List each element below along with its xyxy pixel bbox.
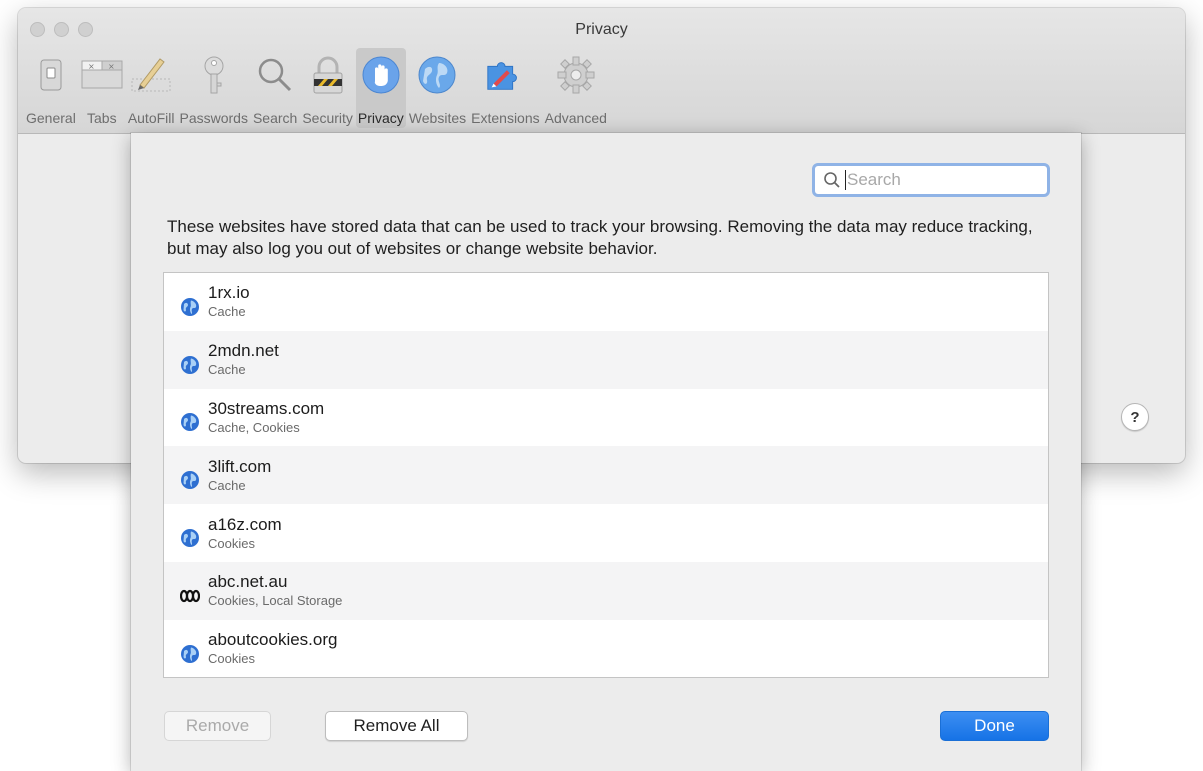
site-info: a16z.com Cookies <box>208 515 282 552</box>
tab-autofill[interactable]: AutoFill <box>126 48 177 128</box>
tab-security-label: Security <box>302 110 353 126</box>
help-button[interactable]: ? <box>1121 403 1149 431</box>
site-domain: 1rx.io <box>208 283 250 303</box>
list-item[interactable]: aboutcookies.org Cookies <box>164 620 1048 677</box>
globe-icon <box>416 54 458 96</box>
globe-icon <box>181 644 199 663</box>
search-field[interactable] <box>812 163 1050 197</box>
globe-icon <box>181 355 199 374</box>
tab-tabs[interactable]: × × Tabs <box>79 48 125 128</box>
key-icon <box>193 54 235 96</box>
site-data-types: Cookies, Local Storage <box>208 593 343 609</box>
site-domain: aboutcookies.org <box>208 630 338 650</box>
tab-websites[interactable]: Websites <box>407 48 468 128</box>
description-text: These websites have stored data that can… <box>167 217 1033 258</box>
tab-autofill-label: AutoFill <box>127 110 175 126</box>
site-info: aboutcookies.org Cookies <box>208 630 337 667</box>
text-caret <box>845 170 846 190</box>
tab-tabs-label: Tabs <box>87 110 117 126</box>
globe-icon <box>181 413 199 432</box>
magnifier-icon <box>254 54 296 96</box>
site-domain: 2mdn.net <box>208 341 279 361</box>
tab-general-label: General <box>26 110 76 126</box>
tab-extensions[interactable]: Extensions <box>469 48 541 128</box>
site-domain: abc.net.au <box>208 572 288 592</box>
site-data-types: Cache <box>208 362 246 378</box>
site-data-types: Cookies <box>208 535 255 551</box>
site-data-types: Cache <box>208 477 246 493</box>
remove-button[interactable]: Remove <box>164 711 271 741</box>
website-data-list[interactable]: 1rx.io Cache 2mdn.net Cache 30streams.com Cac… <box>163 272 1049 678</box>
tabs-icon: × × <box>81 54 123 96</box>
tab-security[interactable]: Security <box>300 48 355 128</box>
list-item[interactable]: 3lift.com Cache <box>164 446 1048 505</box>
abc-logo-icon <box>180 589 200 602</box>
website-data-sheet: These websites have stored data that can… <box>131 133 1081 771</box>
list-item[interactable]: a16z.com Cookies <box>164 504 1048 562</box>
site-domain: 3lift.com <box>208 456 272 476</box>
search-icon <box>824 172 840 188</box>
tab-advanced[interactable]: Advanced <box>543 48 609 128</box>
remove-all-button[interactable]: Remove All <box>325 711 468 741</box>
done-button[interactable]: Done <box>940 711 1049 741</box>
search-input[interactable] <box>847 170 1027 190</box>
tab-search-label: Search <box>252 110 298 126</box>
list-item[interactable]: 30streams.com Cache, Cookies <box>164 389 1048 447</box>
gear-icon <box>555 54 597 96</box>
site-info: 3lift.com Cache <box>208 457 271 494</box>
site-domain: 30streams.com <box>208 398 325 418</box>
toolbar: Privacy General × × Tabs AutoFill Passwo… <box>18 8 1185 134</box>
site-info: 1rx.io Cache <box>208 283 250 320</box>
site-info: 2mdn.net Cache <box>208 341 279 378</box>
site-data-types: Cookies <box>208 651 255 667</box>
svg-text:×: × <box>108 62 115 71</box>
tab-extensions-label: Extensions <box>471 110 540 126</box>
site-data-types: Cache, Cookies <box>208 419 300 435</box>
site-domain: a16z.com <box>208 514 282 534</box>
general-switch-icon <box>30 54 72 96</box>
globe-icon <box>181 297 199 316</box>
tab-privacy-label: Privacy <box>357 110 404 126</box>
puzzle-icon <box>484 54 526 96</box>
site-info: abc.net.au Cookies, Local Storage <box>208 572 342 609</box>
site-info: 30streams.com Cache, Cookies <box>208 399 324 436</box>
svg-text:×: × <box>88 62 95 71</box>
globe-icon <box>181 471 199 490</box>
list-item[interactable]: abc.net.au Cookies, Local Storage <box>164 561 1048 620</box>
hand-icon <box>360 54 402 96</box>
tab-websites-label: Websites <box>408 110 467 126</box>
list-item[interactable]: 2mdn.net Cache <box>164 330 1048 389</box>
padlock-icon <box>307 54 349 96</box>
preferences-tabs: General × × Tabs AutoFill Passwords Sear… <box>24 48 610 128</box>
globe-icon <box>181 529 199 548</box>
tab-passwords[interactable]: Passwords <box>178 48 250 128</box>
site-data-types: Cache <box>208 304 246 320</box>
window-title: Privacy <box>575 21 628 38</box>
pencil-icon <box>130 54 172 96</box>
tab-privacy[interactable]: Privacy <box>355 48 406 128</box>
tab-general[interactable]: General <box>24 48 78 128</box>
list-item[interactable]: 1rx.io Cache <box>164 273 1048 331</box>
tab-passwords-label: Passwords <box>179 110 248 126</box>
tab-search[interactable]: Search <box>251 48 299 128</box>
tab-advanced-label: Advanced <box>544 110 607 126</box>
